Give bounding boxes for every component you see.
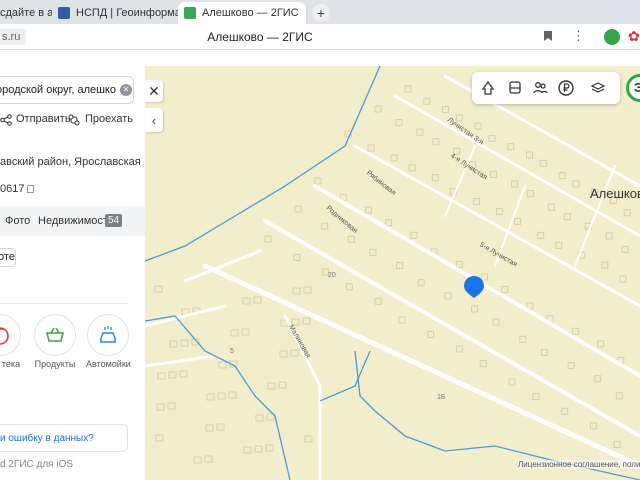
map-canvas[interactable]: Лучистая 3-я 4-я Лучистая Рябиновая Родн… <box>145 66 640 480</box>
tab-title: Алешково — 2ГИС <box>202 7 299 19</box>
place-panel: ✕ Отправить Проехать авский район, Яросл… <box>0 66 145 480</box>
attractions-icon[interactable] <box>480 80 496 96</box>
clear-search-icon[interactable]: ✕ <box>120 84 132 96</box>
place-address: авский район, Ярославская <box>0 156 141 168</box>
friends-icon[interactable] <box>532 80 548 96</box>
tab-title: НСПД | Геоинформацион <box>76 7 178 19</box>
route-button[interactable]: Проехать <box>85 113 133 125</box>
favicon-icon <box>184 7 196 19</box>
map-layer-toolbar <box>472 72 620 104</box>
more-vert-icon[interactable]: ⋮ <box>572 28 585 44</box>
browser-tab-active[interactable]: Алешково — 2ГИС ✕ <box>178 2 306 24</box>
roads <box>145 74 640 480</box>
search-box[interactable]: ✕ <box>0 76 134 104</box>
place-code: 0617 <box>0 183 35 195</box>
tab-title: сдайте в ар <box>0 7 52 19</box>
share-button[interactable]: Отправить <box>16 113 71 125</box>
address-bar[interactable]: s.ru Алешково — 2ГИС ⋮ ✿ <box>0 24 640 50</box>
search-input[interactable] <box>0 84 116 96</box>
filter-chip[interactable]: оте <box>0 248 16 267</box>
new-tab-button[interactable]: + <box>312 4 330 22</box>
tab-photo[interactable]: Фото <box>5 215 30 227</box>
pharmacy-icon <box>0 314 21 356</box>
car-wash-icon <box>87 314 129 356</box>
collapse-panel-button[interactable]: ‹ <box>145 108 163 132</box>
place-tabs: Фото Недвижимость 54 <box>0 206 145 236</box>
share-icon[interactable] <box>0 114 12 126</box>
extension-flower-icon[interactable]: ✿ <box>628 29 640 43</box>
route-icon[interactable] <box>68 114 80 126</box>
report-error-link[interactable]: и ошибку в данных? <box>0 424 128 452</box>
close-icon[interactable]: ✕ <box>305 8 306 19</box>
location-pin-icon[interactable] <box>462 275 486 299</box>
extension-icon[interactable] <box>604 29 620 45</box>
copy-icon[interactable] <box>27 185 35 194</box>
ruble-icon[interactable] <box>558 80 574 96</box>
page-title: Алешково — 2ГИС <box>207 29 313 44</box>
tab-realty[interactable]: Недвижимость <box>38 215 114 227</box>
house-number: 20 <box>328 272 336 279</box>
category-label: тека <box>1 359 21 369</box>
basket-icon <box>34 314 76 356</box>
place-code-value: 0617 <box>0 183 25 195</box>
house-number: 5 <box>230 348 234 355</box>
map-graphics <box>145 66 640 480</box>
place-label: Алешково <box>590 186 640 201</box>
house-number: 1Б <box>437 394 446 401</box>
browser-tab[interactable]: НСПД | Геоинформацион <box>52 2 178 24</box>
favicon-icon <box>58 7 70 19</box>
divider <box>0 303 128 304</box>
category-groceries[interactable]: Продукты <box>33 314 77 369</box>
place-actions: Отправить Проехать <box>0 113 145 129</box>
close-panel-button[interactable]: ✕ <box>145 80 163 102</box>
browser-tab[interactable]: сдайте в ар ✕ <box>0 2 52 24</box>
category-label: Продукты <box>34 359 76 369</box>
category-car-wash[interactable]: Автомойки <box>86 314 131 369</box>
transport-icon[interactable] <box>507 80 523 96</box>
realty-count-badge: 54 <box>105 214 123 227</box>
panel-footer[interactable]: d 2ГИС для iOS <box>0 459 73 470</box>
category-pharmacy[interactable]: тека <box>0 314 22 369</box>
bookmark-icon[interactable] <box>543 30 553 45</box>
layers-icon[interactable] <box>590 80 606 96</box>
category-label: Автомойки <box>86 359 131 369</box>
browser-tab-strip: сдайте в ар ✕ НСПД | Геоинформацион Алеш… <box>0 0 640 24</box>
license-link[interactable]: Лицензионное соглашение, полити <box>518 460 640 469</box>
